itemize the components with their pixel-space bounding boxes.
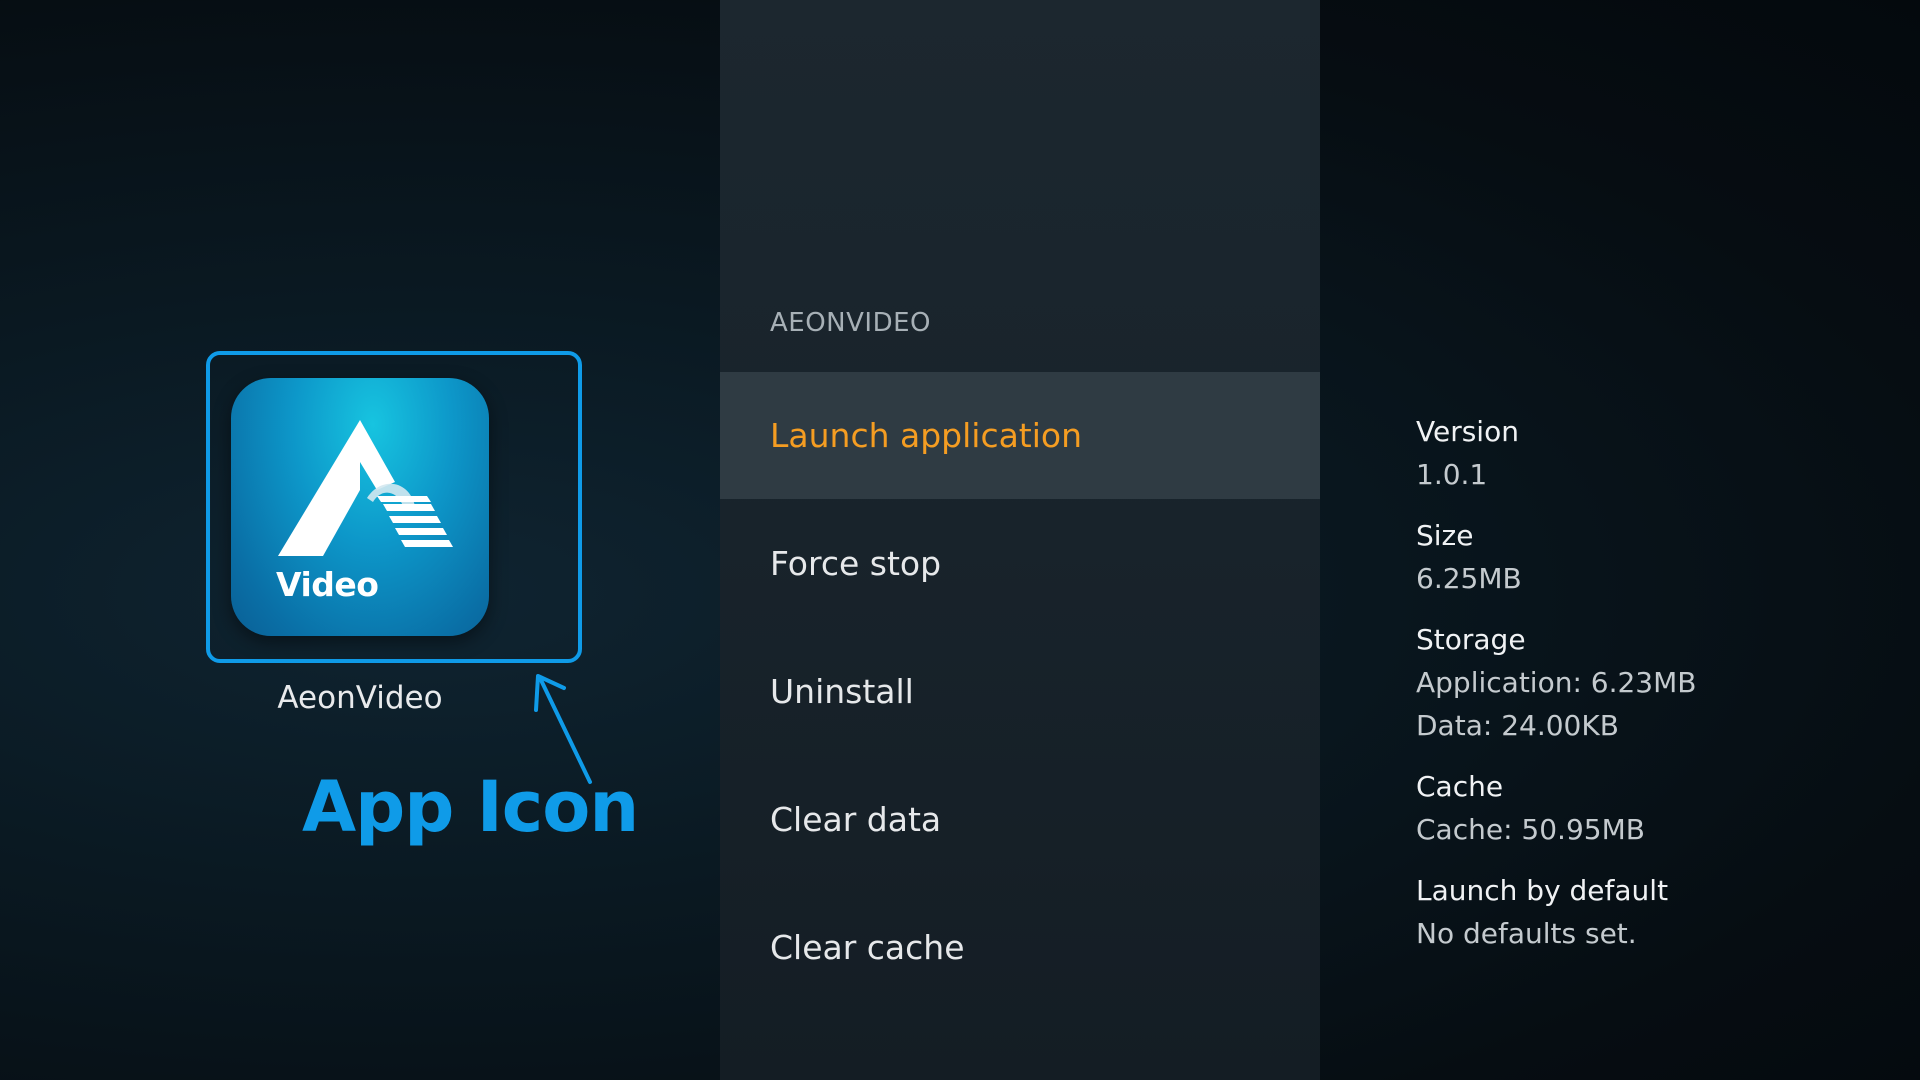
version-info: Version 1.0.1	[1416, 410, 1896, 496]
menu-item-label: Clear data	[770, 800, 942, 839]
app-actions-menu: AEONVIDEO Launch application Force stop …	[720, 0, 1320, 1080]
cache-label: Cache	[1416, 770, 1504, 803]
menu-item-force-stop[interactable]: Force stop	[720, 500, 1320, 627]
menu-item-label: Force stop	[770, 544, 942, 583]
app-settings-screen: Video AeonVideo App Icon AEONVIDEO Launc…	[0, 0, 1920, 1080]
size-info: Size 6.25MB	[1416, 514, 1896, 600]
size-label: Size	[1416, 519, 1474, 552]
size-value: 6.25MB	[1416, 562, 1522, 595]
version-label: Version	[1416, 415, 1519, 448]
launch-default-info: Launch by default No defaults set.	[1416, 869, 1896, 955]
menu-item-clear-data[interactable]: Clear data	[720, 756, 1320, 883]
cache-value: Cache: 50.95MB	[1416, 813, 1645, 846]
storage-application-value: Application: 6.23MB	[1416, 666, 1697, 699]
app-name-label: AeonVideo	[277, 680, 443, 716]
aeonvideo-logo-icon: Video	[231, 378, 489, 636]
version-value: 1.0.1	[1416, 458, 1488, 491]
menu-item-clear-cache[interactable]: Clear cache	[720, 884, 1320, 1011]
menu-header: AEONVIDEO	[770, 308, 931, 338]
menu-item-label: Uninstall	[770, 672, 914, 711]
storage-info: Storage Application: 6.23MB Data: 24.00K…	[1416, 618, 1896, 747]
launch-default-label: Launch by default	[1416, 874, 1669, 907]
storage-data-value: Data: 24.00KB	[1416, 709, 1619, 742]
annotation-label: App Icon	[302, 766, 639, 848]
app-preview-area: Video AeonVideo App Icon	[0, 0, 720, 1080]
cache-info: Cache Cache: 50.95MB	[1416, 765, 1896, 851]
menu-item-launch-application[interactable]: Launch application	[720, 372, 1320, 499]
menu-item-label: Clear cache	[770, 928, 965, 967]
menu-item-uninstall[interactable]: Uninstall	[720, 628, 1320, 755]
storage-label: Storage	[1416, 623, 1526, 656]
app-icon-wordmark: Video	[276, 565, 379, 604]
app-info-panel: Version 1.0.1 Size 6.25MB Storage Applic…	[1416, 410, 1896, 973]
launch-default-value: No defaults set.	[1416, 917, 1637, 950]
menu-item-label: Launch application	[770, 416, 1083, 455]
